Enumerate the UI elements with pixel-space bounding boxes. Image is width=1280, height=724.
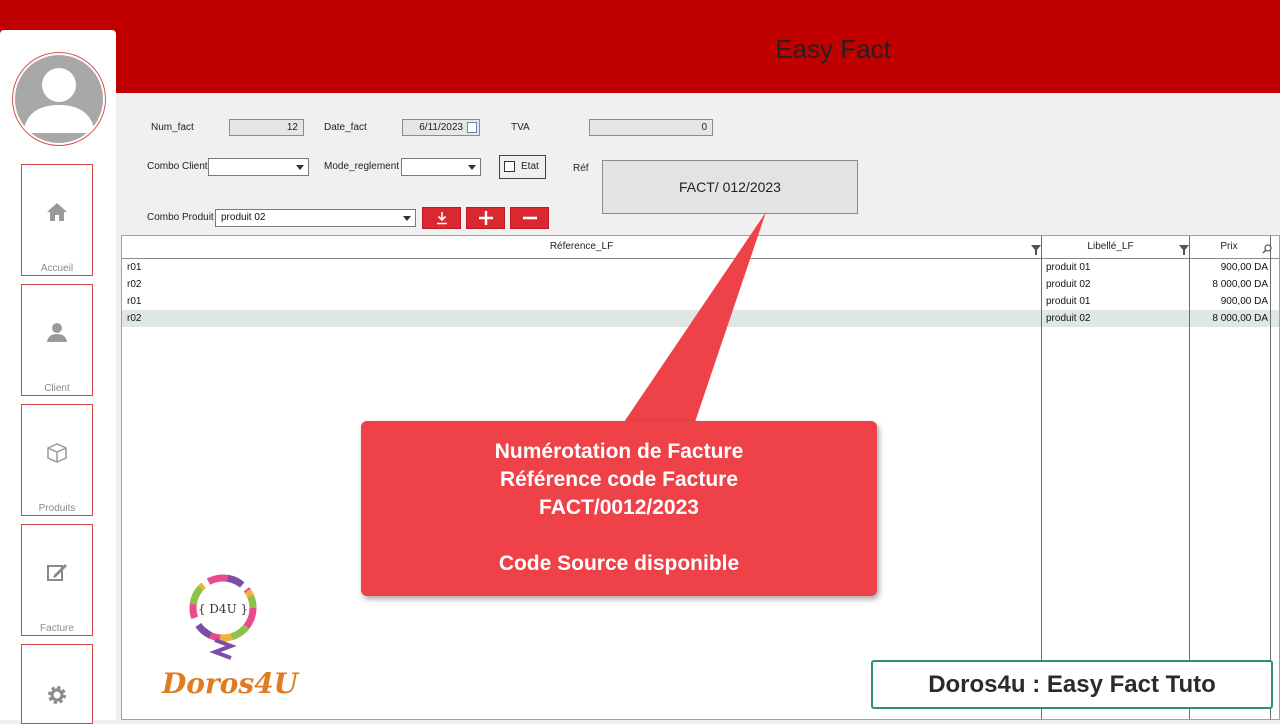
callout-line: Numérotation de Facture: [494, 440, 744, 463]
logo-text: Doros4U: [161, 667, 300, 700]
callout-text: Numérotation de Facture Référence code F…: [361, 438, 877, 578]
callout-line: Code Source disponible: [498, 552, 740, 575]
callout-line: [361, 522, 877, 550]
callout-line: Référence code Facture: [499, 468, 739, 491]
tutorial-badge: Doros4u : Easy Fact Tuto: [871, 660, 1273, 709]
callout-line: FACT/0012/2023: [539, 496, 699, 519]
doros4u-logo-mark: { D4U } Doros4U: [161, 574, 300, 700]
doros4u-logo: { D4U } Doros4U: [155, 570, 315, 700]
logo-mark-text: { D4U }: [198, 602, 248, 616]
